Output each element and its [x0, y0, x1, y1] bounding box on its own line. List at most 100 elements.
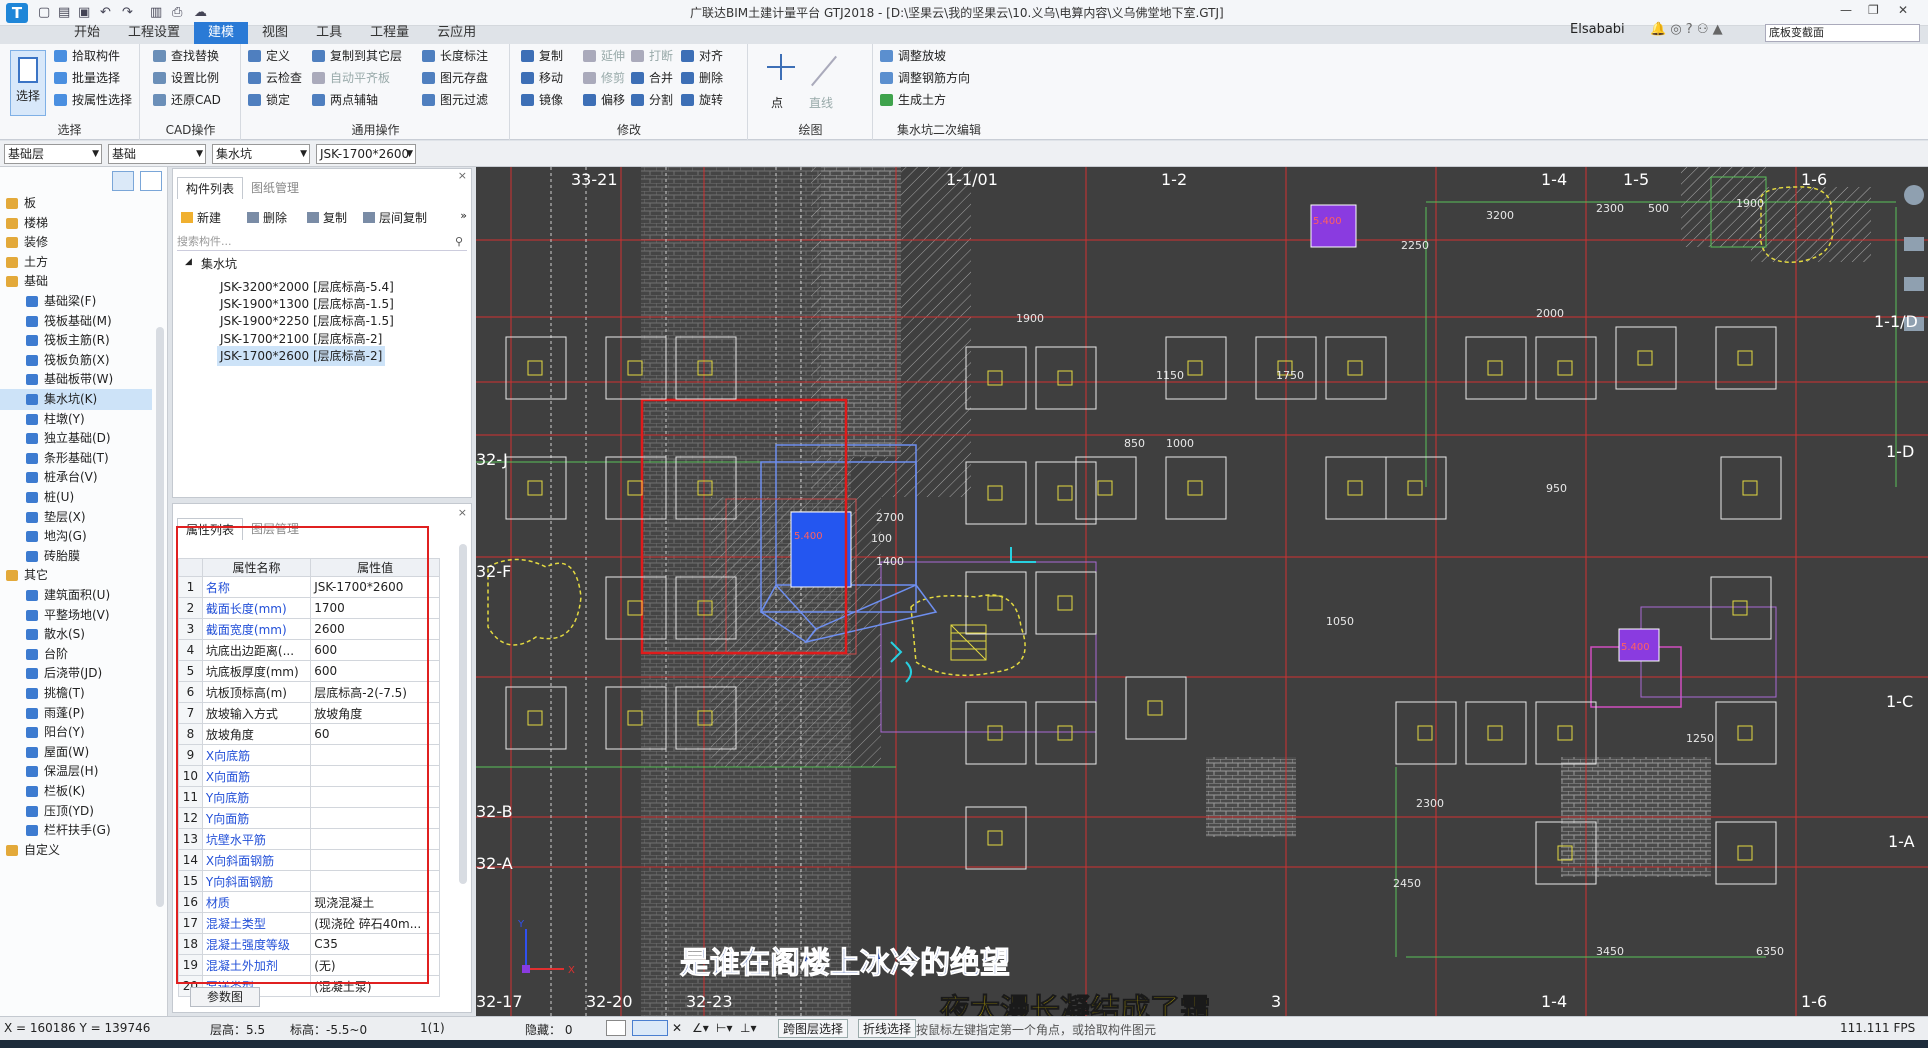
nav-item[interactable]: 栏板(K): [0, 781, 152, 802]
ortho-toggle-icon[interactable]: [606, 1020, 626, 1036]
align-button[interactable]: 对齐: [679, 46, 723, 66]
column-footing[interactable]: [965, 461, 1027, 525]
column-footing[interactable]: [1715, 701, 1777, 765]
help-icons[interactable]: 🔔 ◎ ? ⚇ ▲: [1650, 22, 1723, 37]
nav-item[interactable]: 地沟(G): [0, 526, 152, 547]
column-footing[interactable]: [1325, 456, 1387, 520]
column-footing[interactable]: [1165, 336, 1227, 400]
property-value[interactable]: [310, 744, 440, 766]
column-footing[interactable]: [1035, 701, 1097, 765]
property-value[interactable]: [310, 786, 440, 808]
column-footing[interactable]: [1715, 821, 1777, 885]
snap-toggle-icon[interactable]: [632, 1020, 668, 1036]
dynamic-input-icon[interactable]: ⊢▾: [716, 1021, 732, 1035]
nav-item[interactable]: 挑檐(T): [0, 683, 152, 704]
restore-icon[interactable]: ❐: [1868, 3, 1879, 17]
quick-open-icon[interactable]: ▤: [58, 5, 70, 20]
copy-button[interactable]: 复制: [519, 46, 563, 66]
property-value[interactable]: 600: [310, 660, 440, 682]
property-value[interactable]: (现浇砼 碎石40m...: [310, 912, 440, 934]
property-value[interactable]: [310, 849, 440, 871]
nav-item[interactable]: 后浇带(JD): [0, 663, 152, 684]
quick-new-icon[interactable]: ▢: [38, 5, 50, 20]
property-value[interactable]: [310, 828, 440, 850]
nav-item[interactable]: 条形基础(T): [0, 448, 152, 469]
menu-3[interactable]: 视图: [248, 22, 302, 44]
restore-cad-button[interactable]: 还原CAD: [151, 90, 221, 110]
nav-item[interactable]: 垫层(X): [0, 507, 152, 528]
menu-6[interactable]: 云应用: [423, 22, 490, 44]
column-footing[interactable]: [505, 336, 567, 400]
column-footing[interactable]: [965, 346, 1027, 410]
collapse-icon[interactable]: ◢: [185, 257, 192, 267]
property-value[interactable]: 层底标高-2(-7.5): [310, 681, 440, 703]
cad-canvas[interactable]: Y X 33-21 1-1/01 1-2 1-4 1-5 1-6 32-J 32-F 32-B 3…: [476, 167, 1928, 1016]
two-point-axis-button[interactable]: 两点辅轴: [310, 90, 378, 110]
floor-copy-button[interactable]: 层间复制: [363, 209, 427, 226]
nav-item[interactable]: 集水坑(K): [0, 389, 152, 410]
property-row[interactable]: 3 截面宽度(mm) 2600: [178, 618, 440, 640]
column-footing[interactable]: [965, 806, 1027, 870]
column-footing[interactable]: [1710, 576, 1772, 640]
cloud-icon[interactable]: ☁: [194, 5, 207, 20]
cad-drawing[interactable]: Y X 33-21 1-1/01 1-2 1-4 1-5 1-6 32-J 32-F 32-B 3…: [476, 167, 1928, 1016]
nav-item[interactable]: 基础梁(F): [0, 291, 152, 312]
merge-button[interactable]: 合并: [629, 68, 673, 88]
nav-item[interactable]: 自定义: [0, 840, 152, 861]
property-row[interactable]: 14 X向斜面钢筋: [178, 849, 440, 871]
extend-button[interactable]: 延伸: [581, 46, 625, 66]
redo-icon[interactable]: ↷: [122, 5, 133, 20]
property-value[interactable]: JSK-1700*2600: [310, 576, 440, 598]
nav-item[interactable]: 装修: [0, 232, 152, 253]
property-scrollbar[interactable]: [459, 544, 467, 884]
close-icon[interactable]: ✕: [1898, 3, 1908, 17]
delete-component-button[interactable]: 删除: [247, 209, 287, 226]
undo-icon[interactable]: ↶: [100, 5, 111, 20]
column-footing[interactable]: [1165, 456, 1227, 520]
menu-4[interactable]: 工具: [302, 22, 356, 44]
column-footing[interactable]: [1385, 456, 1447, 520]
element-filter-button[interactable]: 图元过滤: [420, 90, 488, 110]
property-row[interactable]: 15 Y向斜面钢筋: [178, 870, 440, 892]
menu-1[interactable]: 工程设置: [114, 22, 194, 44]
nav-item[interactable]: 雨蓬(P): [0, 703, 152, 724]
column-footing[interactable]: [1535, 701, 1597, 765]
tab-drawing-manage[interactable]: 图纸管理: [243, 177, 307, 199]
nav-item[interactable]: 土方: [0, 252, 152, 273]
property-value[interactable]: 1700: [310, 597, 440, 619]
component-tree-item[interactable]: JSK-1700*2600 [层底标高-2]: [217, 345, 386, 366]
define-button[interactable]: 定义: [246, 46, 290, 66]
line-tool[interactable]: [805, 50, 841, 90]
tab-component-list[interactable]: 构件列表: [177, 177, 244, 199]
column-footing[interactable]: [1715, 326, 1777, 390]
property-row[interactable]: 10 X向面筋: [178, 765, 440, 787]
column-footing[interactable]: [1395, 701, 1457, 765]
property-row[interactable]: 6 坑板顶标高(m) 层底标高-2(-7.5): [178, 681, 440, 703]
property-row[interactable]: 4 坑底出边距离(... 600: [178, 639, 440, 661]
adjust-slope-button[interactable]: 调整放坡: [878, 46, 946, 66]
move-button[interactable]: 移动: [519, 68, 563, 88]
mirror-button[interactable]: 镜像: [519, 90, 563, 110]
more-icon[interactable]: »: [460, 209, 467, 222]
grid-view-icon[interactable]: [140, 171, 162, 191]
column-footing[interactable]: [965, 701, 1027, 765]
property-row[interactable]: 11 Y向底筋: [178, 786, 440, 808]
floor-select[interactable]: 基础层 ▼: [4, 144, 102, 164]
column-footing[interactable]: [1720, 456, 1782, 520]
nav-item[interactable]: 基础板带(W): [0, 369, 152, 390]
nav-item[interactable]: 平整场地(V): [0, 605, 152, 626]
property-value[interactable]: [310, 807, 440, 829]
generate-earthwork-button[interactable]: 生成土方: [878, 90, 946, 110]
property-value[interactable]: (混凝土泵): [310, 975, 440, 997]
nav-item[interactable]: 独立基础(D): [0, 428, 152, 449]
batch-select-button[interactable]: 批量选择: [52, 68, 120, 88]
nav-item[interactable]: 砖胎膜: [0, 546, 152, 567]
property-row[interactable]: 12 Y向面筋: [178, 807, 440, 829]
cross-layer-select-button[interactable]: 跨图层选择: [778, 1019, 849, 1038]
nav-scrollbar[interactable]: [156, 327, 164, 907]
component-search-input[interactable]: 搜索构件... ⚲: [177, 233, 467, 251]
find-replace-button[interactable]: 查找替换: [151, 46, 219, 66]
insert-point-icon[interactable]: ⊥▾: [740, 1021, 756, 1035]
property-row[interactable]: 9 X向底筋: [178, 744, 440, 766]
column-footing[interactable]: [505, 456, 567, 520]
